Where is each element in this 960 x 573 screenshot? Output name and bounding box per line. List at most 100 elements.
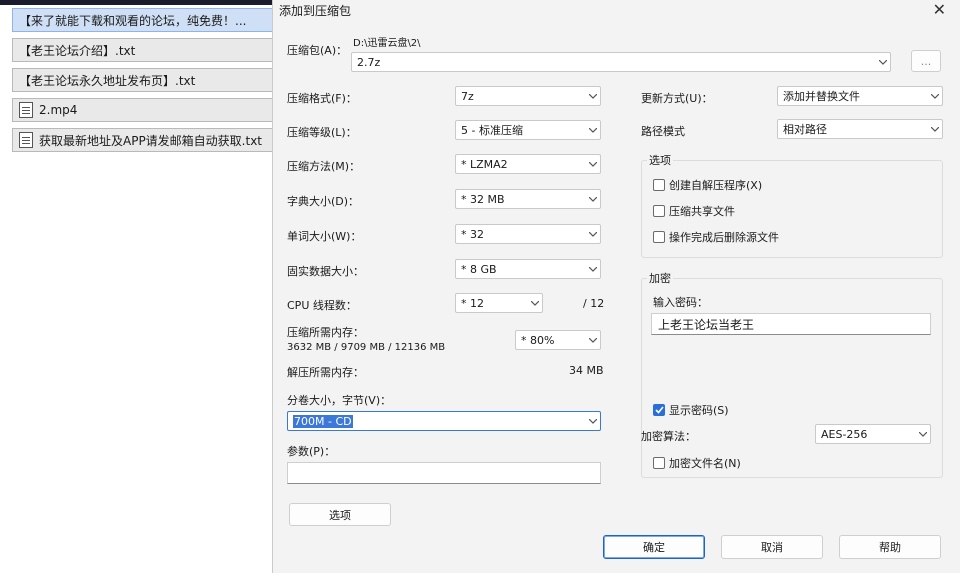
checkbox-box xyxy=(653,231,665,243)
chevron-down-icon xyxy=(916,425,930,443)
file-name: 【来了就能下载和观看的论坛，纯免费！... xyxy=(19,13,247,28)
encrypt-names-checkbox[interactable]: 加密文件名(N) xyxy=(653,455,741,471)
volume-combo[interactable]: 700M - CD xyxy=(287,411,601,431)
chevron-down-icon xyxy=(586,260,600,278)
check-icon xyxy=(654,406,664,414)
add-to-archive-dialog: 添加到压缩包 ✕ 压缩包(A)： D:\迅雷云盘\2\ 2.7z ... 压缩格… xyxy=(272,0,960,573)
file-item[interactable]: 2.mp4 xyxy=(12,98,282,122)
encrypt-names-label: 加密文件名(N) xyxy=(669,457,741,470)
update-mode-label: 更新方式(U)： xyxy=(641,92,713,105)
archive-label: 压缩包(A)： xyxy=(287,44,348,57)
algo-value: AES-256 xyxy=(821,427,868,441)
password-label: 输入密码： xyxy=(653,296,708,309)
chevron-down-icon xyxy=(586,87,600,105)
solid-size-combo[interactable]: * 8 GB xyxy=(455,259,601,279)
memory-compress-value: * 80% xyxy=(521,333,555,347)
checkbox-box xyxy=(653,404,665,416)
cpu-threads-max: / 12 xyxy=(583,297,605,310)
memory-decompress-value: 34 MB xyxy=(569,364,604,377)
cpu-threads-value: * 12 xyxy=(461,296,484,310)
params-input[interactable] xyxy=(287,462,601,484)
file-list: 【来了就能下载和观看的论坛，纯免费！... 【老王论坛介绍】.txt 【老王论坛… xyxy=(0,0,282,573)
format-label: 压缩格式(F)： xyxy=(287,92,357,105)
chevron-down-icon xyxy=(586,121,600,139)
chevron-down-icon xyxy=(586,412,600,430)
encryption-group-title: 加密 xyxy=(647,270,673,286)
path-mode-combo[interactable]: 相对路径 xyxy=(777,119,943,139)
file-item[interactable]: 获取最新地址及APP请发邮箱自动获取.txt xyxy=(12,128,282,152)
file-item[interactable]: 【来了就能下载和观看的论坛，纯免费！... xyxy=(12,8,282,32)
options-group-title: 选项 xyxy=(647,152,673,168)
method-label: 压缩方法(M)： xyxy=(287,160,361,173)
dict-size-label: 字典大小(D)： xyxy=(287,195,360,208)
memory-compress-label: 压缩所需内存： xyxy=(287,326,364,339)
show-password-checkbox[interactable]: 显示密码(S) xyxy=(653,402,729,418)
format-combo[interactable]: 7z xyxy=(455,86,601,106)
format-value: 7z xyxy=(461,89,474,103)
method-combo[interactable]: * LZMA2 xyxy=(455,154,601,174)
checkbox-box xyxy=(653,179,665,191)
chevron-down-icon xyxy=(586,190,600,208)
dict-size-combo[interactable]: * 32 MB xyxy=(455,189,601,209)
chevron-down-icon xyxy=(586,225,600,243)
update-mode-value: 添加并替换文件 xyxy=(783,90,860,103)
archive-path: D:\迅雷云盘\2\ xyxy=(353,38,421,49)
document-icon xyxy=(19,132,33,148)
browse-button[interactable]: ... xyxy=(911,50,941,72)
method-value: * LZMA2 xyxy=(461,157,508,171)
algo-combo[interactable]: AES-256 xyxy=(815,424,931,444)
params-label: 参数(P)： xyxy=(287,445,336,458)
file-item[interactable]: 【老王论坛介绍】.txt xyxy=(12,38,282,62)
dict-size-value: * 32 MB xyxy=(461,192,505,206)
cpu-threads-combo[interactable]: * 12 xyxy=(455,293,543,313)
update-mode-combo[interactable]: 添加并替换文件 xyxy=(777,86,943,106)
archive-name-value: 2.7z xyxy=(357,55,381,69)
memory-decompress-label: 解压所需内存： xyxy=(287,366,364,379)
options-button[interactable]: 选项 xyxy=(289,503,391,526)
sfx-checkbox[interactable]: 创建自解压程序(X) xyxy=(653,177,762,193)
cancel-button[interactable]: 取消 xyxy=(721,535,823,559)
level-value: 5 - 标准压缩 xyxy=(461,124,523,137)
algo-label: 加密算法： xyxy=(641,430,696,443)
word-size-combo[interactable]: * 32 xyxy=(455,224,601,244)
delete-after-label: 操作完成后删除源文件 xyxy=(669,231,779,244)
memory-compress-combo[interactable]: * 80% xyxy=(515,330,601,350)
checkbox-box xyxy=(653,205,665,217)
help-button[interactable]: 帮助 xyxy=(839,535,941,559)
ok-button[interactable]: 确定 xyxy=(603,535,705,559)
chevron-down-icon xyxy=(586,331,600,349)
volume-value: 700M - CD xyxy=(293,414,353,428)
solid-size-label: 固实数据大小： xyxy=(287,265,364,278)
memory-compress-detail: 3632 MB / 9709 MB / 12136 MB xyxy=(287,342,446,353)
document-icon xyxy=(19,102,33,118)
file-name: 【老王论坛永久地址发布页】.txt xyxy=(19,73,196,88)
word-size-value: * 32 xyxy=(461,227,484,241)
password-input[interactable]: 上老王论坛当老王 xyxy=(651,313,931,335)
shared-files-checkbox[interactable]: 压缩共享文件 xyxy=(653,203,735,219)
show-password-label: 显示密码(S) xyxy=(669,404,729,417)
volume-label: 分卷大小，字节(V)： xyxy=(287,394,392,407)
dialog-title: 添加到压缩包 xyxy=(279,4,352,18)
close-icon[interactable]: ✕ xyxy=(933,0,946,19)
word-size-label: 单词大小(W)： xyxy=(287,230,362,243)
level-combo[interactable]: 5 - 标准压缩 xyxy=(455,120,601,140)
path-mode-value: 相对路径 xyxy=(783,123,827,136)
cpu-threads-label: CPU 线程数： xyxy=(287,299,357,312)
chevron-down-icon xyxy=(928,87,942,105)
checkbox-box xyxy=(653,457,665,469)
file-name: 2.mp4 xyxy=(39,103,78,117)
chevron-down-icon xyxy=(586,155,600,173)
sfx-label: 创建自解压程序(X) xyxy=(669,179,763,192)
solid-size-value: * 8 GB xyxy=(461,262,497,276)
chevron-down-icon xyxy=(928,120,942,138)
file-item[interactable]: 【老王论坛永久地址发布页】.txt xyxy=(12,68,282,92)
chevron-down-icon xyxy=(528,294,542,312)
chevron-down-icon xyxy=(876,53,890,71)
path-mode-label: 路径模式 xyxy=(641,125,685,138)
delete-after-checkbox[interactable]: 操作完成后删除源文件 xyxy=(653,229,779,245)
archive-name-combo[interactable]: 2.7z xyxy=(351,52,891,72)
level-label: 压缩等级(L)： xyxy=(287,126,357,139)
shared-files-label: 压缩共享文件 xyxy=(669,205,735,218)
file-name: 【老王论坛介绍】.txt xyxy=(19,43,136,58)
file-name: 获取最新地址及APP请发邮箱自动获取.txt xyxy=(39,133,263,148)
